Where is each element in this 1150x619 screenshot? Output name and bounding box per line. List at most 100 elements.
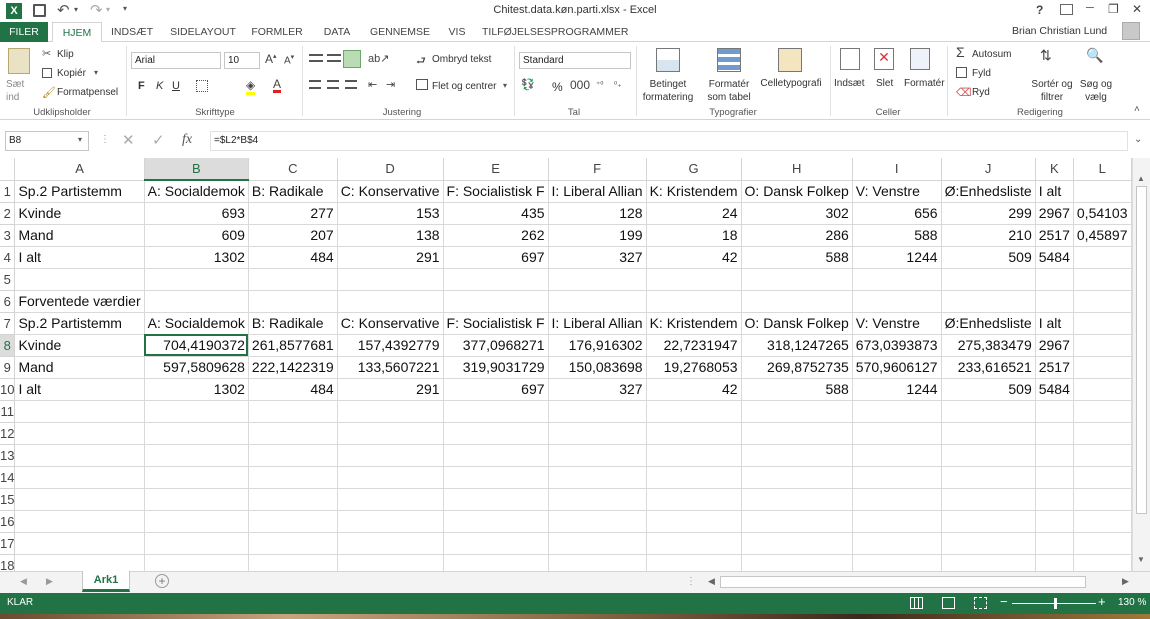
cell-e5[interactable] [443, 268, 549, 291]
cell-c7[interactable]: B: Radikale [248, 312, 338, 335]
increase-decimal-icon[interactable]: ⁺⁰ [596, 80, 603, 89]
cell-j2[interactable]: 299 [941, 202, 1036, 225]
font-size-select[interactable]: 10 [224, 52, 260, 69]
hscroll-left-icon[interactable]: ◀ [708, 576, 715, 587]
cell-f12[interactable] [548, 422, 647, 445]
find-select-icon[interactable]: 🔍 [1086, 47, 1103, 64]
decrease-decimal-icon[interactable]: ⁰₊ [614, 80, 621, 89]
cell-c5[interactable] [248, 268, 338, 291]
cell-c8[interactable]: 261,8577681 [248, 334, 338, 357]
cell-b10[interactable]: 1302 [144, 378, 249, 401]
cell-j4[interactable]: 509 [941, 246, 1036, 269]
minimize-button[interactable]: ─ [1086, 2, 1094, 14]
cell-g14[interactable] [646, 466, 742, 489]
cell-k4[interactable]: 5484 [1035, 246, 1074, 269]
next-sheet-icon[interactable]: ▶ [46, 576, 53, 587]
cell-a18[interactable] [14, 554, 145, 571]
cell-l13[interactable] [1073, 444, 1132, 467]
cell-d5[interactable] [337, 268, 444, 291]
cell-g7[interactable]: K: Kristendem [646, 312, 742, 335]
cell-a15[interactable] [14, 488, 145, 511]
cell-h18[interactable] [741, 554, 853, 571]
cell-l3[interactable]: 0,45897 [1073, 224, 1132, 247]
cell-g11[interactable] [646, 400, 742, 423]
column-header-d[interactable]: D [337, 158, 444, 181]
cell-f15[interactable] [548, 488, 647, 511]
cell-e6[interactable] [443, 290, 549, 313]
cell-b15[interactable] [144, 488, 249, 511]
decrease-indent-icon[interactable]: ⇤ [368, 78, 377, 91]
fill-color-icon[interactable]: ◈ [246, 78, 256, 95]
cell-h7[interactable]: O: Dansk Folkep [741, 312, 853, 335]
format-as-table-icon[interactable] [717, 48, 741, 72]
horizontal-scroll-thumb[interactable] [720, 576, 1086, 588]
cell-f10[interactable]: 327 [548, 378, 647, 401]
cell-b9[interactable]: 597,5809628 [144, 356, 249, 379]
cell-i16[interactable] [852, 510, 942, 533]
cell-k13[interactable] [1035, 444, 1074, 467]
cell-f3[interactable]: 199 [548, 224, 647, 247]
cell-g17[interactable] [646, 532, 742, 555]
cell-g5[interactable] [646, 268, 742, 291]
cell-k9[interactable]: 2517 [1035, 356, 1074, 379]
cell-h17[interactable] [741, 532, 853, 555]
shrink-font-icon[interactable]: A▾ [284, 53, 294, 66]
cell-g15[interactable] [646, 488, 742, 511]
avatar[interactable] [1122, 22, 1140, 40]
cell-g16[interactable] [646, 510, 742, 533]
clear-icon[interactable]: ⌫ [956, 86, 972, 99]
increase-indent-icon[interactable]: ⇥ [386, 78, 395, 91]
tab-review[interactable]: GENNEMSE [366, 22, 434, 42]
cell-i2[interactable]: 656 [852, 202, 942, 225]
column-header-b[interactable]: B [144, 158, 249, 181]
ribbon-display-icon[interactable] [1060, 4, 1073, 15]
cell-c12[interactable] [248, 422, 338, 445]
cell-g3[interactable]: 18 [646, 224, 742, 247]
percent-button[interactable]: % [552, 80, 563, 94]
wrap-text-button[interactable]: Ombryd tekst [432, 54, 491, 65]
formula-input[interactable]: =$L2*B$4 [210, 131, 1128, 151]
cell-d7[interactable]: C: Konservative [337, 312, 444, 335]
cell-e12[interactable] [443, 422, 549, 445]
row-header[interactable]: 6 [0, 290, 16, 313]
undo-icon[interactable]: ↶ [57, 1, 70, 19]
paste-button[interactable]: Sæt ind [6, 78, 34, 104]
cell-b2[interactable]: 693 [144, 202, 249, 225]
cell-b3[interactable]: 609 [144, 224, 249, 247]
format-cells-icon[interactable] [910, 48, 930, 70]
cell-c1[interactable]: B: Radikale [248, 180, 338, 203]
cell-d12[interactable] [337, 422, 444, 445]
row-header[interactable]: 7 [0, 312, 16, 335]
cell-d1[interactable]: C: Konservative [337, 180, 444, 203]
cell-a8[interactable]: Kvinde [14, 334, 145, 357]
cell-e1[interactable]: F: Socialistisk F [443, 180, 549, 203]
cell-b5[interactable] [144, 268, 249, 291]
cell-b1[interactable]: A: Socialdemok [144, 180, 249, 203]
conditional-formatting-button[interactable]: Betinget formatering [640, 78, 696, 104]
cell-j10[interactable]: 509 [941, 378, 1036, 401]
underline-button[interactable]: U [172, 80, 180, 92]
cell-h6[interactable] [741, 290, 853, 313]
sheet-tab-ark1[interactable]: Ark1 [82, 571, 130, 592]
cell-j15[interactable] [941, 488, 1036, 511]
fill-icon[interactable] [956, 67, 967, 78]
cell-b13[interactable] [144, 444, 249, 467]
expand-formula-bar-icon[interactable]: ⌄ [1134, 134, 1142, 145]
cell-f1[interactable]: I: Liberal Allian [548, 180, 647, 203]
merge-center-button[interactable]: Flet og centrer [432, 81, 496, 92]
row-header[interactable]: 3 [0, 224, 16, 247]
cell-i1[interactable]: V: Venstre [852, 180, 942, 203]
cell-e9[interactable]: 319,9031729 [443, 356, 549, 379]
cell-g4[interactable]: 42 [646, 246, 742, 269]
cell-k14[interactable] [1035, 466, 1074, 489]
cell-l2[interactable]: 0,54103 [1073, 202, 1132, 225]
find-select-button[interactable]: Søg og vælg [1074, 78, 1118, 104]
cell-f11[interactable] [548, 400, 647, 423]
cell-l5[interactable] [1073, 268, 1132, 291]
cell-k5[interactable] [1035, 268, 1074, 291]
cell-c11[interactable] [248, 400, 338, 423]
scroll-up-icon[interactable]: ▲ [1137, 174, 1145, 183]
cell-l12[interactable] [1073, 422, 1132, 445]
cell-b18[interactable] [144, 554, 249, 571]
cell-h10[interactable]: 588 [741, 378, 853, 401]
